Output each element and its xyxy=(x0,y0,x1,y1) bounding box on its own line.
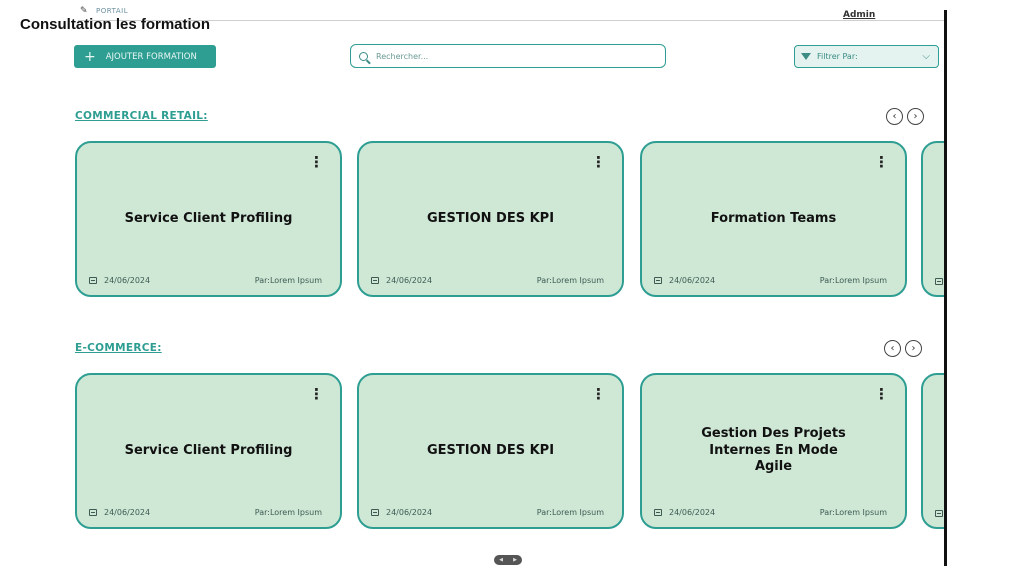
search-icon xyxy=(359,51,368,61)
chevron-right-icon[interactable]: › xyxy=(905,340,922,357)
window-edge xyxy=(944,10,947,566)
card-title: Gestion Des Projets Internes En Mode Agi… xyxy=(701,425,846,475)
more-vertical-icon[interactable]: ⋮ xyxy=(591,153,606,171)
card-date-value: 24/06/2024 xyxy=(104,508,151,517)
card-date: 24/06/2024 xyxy=(89,276,150,285)
formation-card[interactable]: ⋮ Formation Teams 24/06/2024 Par:Lorem I… xyxy=(640,141,907,297)
formation-card-partial[interactable] xyxy=(921,373,944,529)
more-vertical-icon[interactable]: ⋮ xyxy=(309,153,324,171)
card-author: Par:Lorem Ipsum xyxy=(254,508,322,517)
card-author: Par:Lorem Ipsum xyxy=(819,276,887,285)
card-date: 24/06/2024 xyxy=(89,508,150,517)
horizontal-scrollbar[interactable]: ◀ ▶ xyxy=(494,555,522,565)
formation-card-partial[interactable] xyxy=(921,141,944,297)
calendar-icon xyxy=(89,277,97,284)
formation-card[interactable]: ⋮ Service Client Profiling 24/06/2024 Pa… xyxy=(75,141,342,297)
card-title: Service Client Profiling xyxy=(124,210,293,226)
formation-card[interactable]: ⋮ Service Client Profiling 24/06/2024 Pa… xyxy=(75,373,342,529)
card-author: Par:Lorem Ipsum xyxy=(254,276,322,285)
card-date: 24/06/2024 xyxy=(654,276,715,285)
card-date xyxy=(935,510,944,517)
cursor-icon: ✎ xyxy=(80,6,89,16)
chevron-right-icon[interactable]: › xyxy=(907,108,924,125)
more-vertical-icon[interactable]: ⋮ xyxy=(874,153,889,171)
card-title: GESTION DES KPI xyxy=(426,442,555,458)
search-input[interactable]: Rechercher... xyxy=(350,44,666,68)
calendar-icon xyxy=(371,509,379,516)
more-vertical-icon[interactable]: ⋮ xyxy=(309,385,324,403)
section-nav: ‹ › xyxy=(884,340,922,357)
portal-breadcrumb[interactable]: ✎ PORTAIL xyxy=(80,6,128,16)
more-vertical-icon[interactable]: ⋮ xyxy=(874,385,889,403)
portal-label: PORTAIL xyxy=(96,7,129,15)
section-title-commercial-retail: COMMERCIAL RETAIL: xyxy=(75,110,208,122)
calendar-icon xyxy=(89,509,97,516)
formation-card[interactable]: ⋮ GESTION DES KPI 24/06/2024 Par:Lorem I… xyxy=(357,141,624,297)
plus-icon: + xyxy=(84,48,96,65)
chevron-left-icon[interactable]: ‹ xyxy=(884,340,901,357)
card-date-value: 24/06/2024 xyxy=(104,276,151,285)
card-date-value: 24/06/2024 xyxy=(386,276,433,285)
calendar-icon xyxy=(935,510,943,517)
card-carousel[interactable]: ⋮ Service Client Profiling 24/06/2024 Pa… xyxy=(75,373,944,533)
card-date-value: 24/06/2024 xyxy=(669,276,716,285)
formation-card[interactable]: ⋮ Gestion Des Projets Internes En Mode A… xyxy=(640,373,907,529)
calendar-icon xyxy=(654,509,662,516)
filter-icon xyxy=(801,53,811,60)
calendar-icon xyxy=(654,277,662,284)
card-title: GESTION DES KPI xyxy=(426,210,555,226)
formation-card[interactable]: ⋮ GESTION DES KPI 24/06/2024 Par:Lorem I… xyxy=(357,373,624,529)
calendar-icon xyxy=(935,278,943,285)
filter-select[interactable]: Filtrer Par: ⌵ xyxy=(794,45,939,68)
section-title-e-commerce: E-COMMERCE: xyxy=(75,342,162,354)
card-date-value: 24/06/2024 xyxy=(386,508,433,517)
arrow-right-icon: ▶ xyxy=(513,557,517,563)
card-date: 24/06/2024 xyxy=(371,276,432,285)
user-menu[interactable]: Admin xyxy=(843,10,875,20)
card-author: Par:Lorem Ipsum xyxy=(819,508,887,517)
arrow-left-icon: ◀ xyxy=(499,557,503,563)
chevron-down-icon: ⌵ xyxy=(922,51,930,62)
card-author: Par:Lorem Ipsum xyxy=(536,508,604,517)
filter-label: Filtrer Par: xyxy=(817,52,858,61)
search-placeholder: Rechercher... xyxy=(376,51,429,61)
section-nav: ‹ › xyxy=(886,108,924,125)
more-vertical-icon[interactable]: ⋮ xyxy=(591,385,606,403)
card-date-value: 24/06/2024 xyxy=(669,508,716,517)
page-title: Consultation les formation xyxy=(20,16,211,33)
card-carousel[interactable]: ⋮ Service Client Profiling 24/06/2024 Pa… xyxy=(75,141,944,301)
card-title: Formation Teams xyxy=(710,210,837,226)
card-date: 24/06/2024 xyxy=(371,508,432,517)
chevron-left-icon[interactable]: ‹ xyxy=(886,108,903,125)
card-author: Par:Lorem Ipsum xyxy=(536,276,604,285)
card-title: Service Client Profiling xyxy=(124,442,293,458)
add-formation-label: AJOUTER FORMATION xyxy=(105,51,197,62)
calendar-icon xyxy=(371,277,379,284)
add-formation-button[interactable]: + AJOUTER FORMATION xyxy=(74,45,216,68)
card-date xyxy=(935,278,944,285)
card-date: 24/06/2024 xyxy=(654,508,715,517)
